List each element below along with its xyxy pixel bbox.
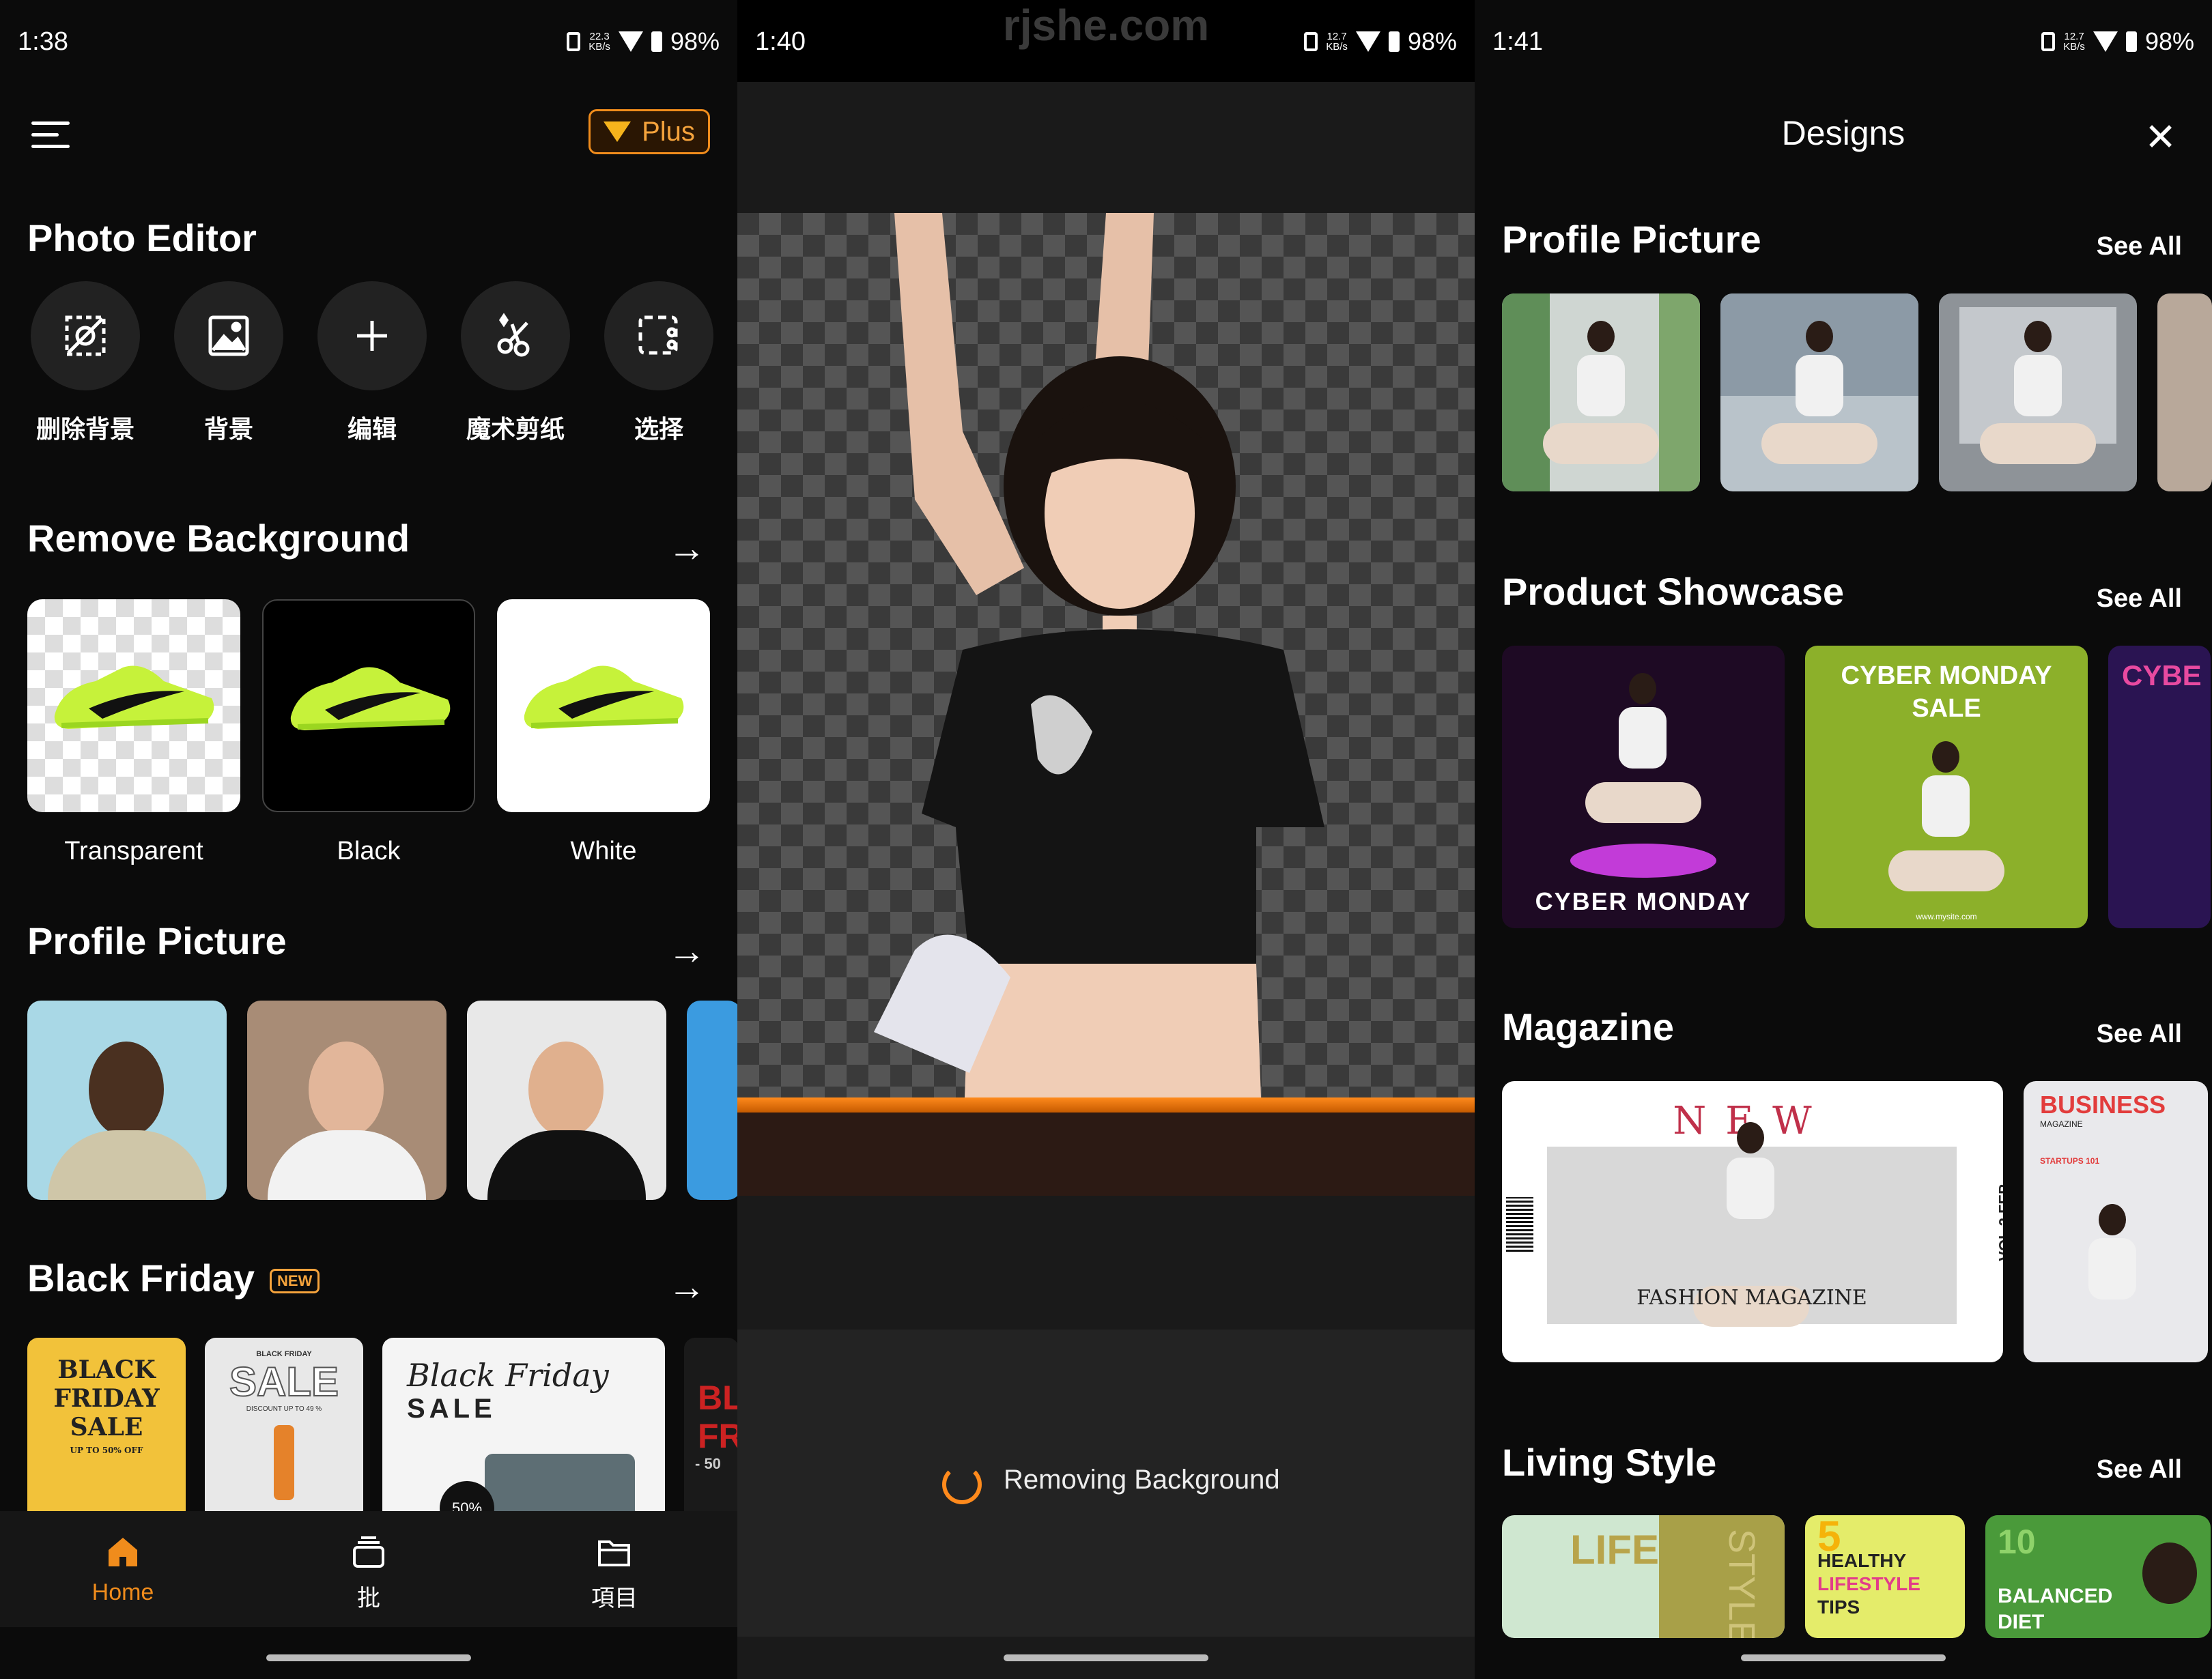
option-transparent[interactable]: Transparent xyxy=(27,599,240,866)
black-friday-arrow-icon[interactable]: → xyxy=(668,1264,706,1308)
tool-edit[interactable]: 编辑 xyxy=(314,281,430,445)
nav-batch[interactable]: 批 xyxy=(300,1532,437,1613)
living-row: LIFE STYLE 5 HEALTHY LIFESTYLE TIPS 10 B… xyxy=(1502,1515,2211,1638)
see-all-profile[interactable]: See All xyxy=(2097,232,2182,261)
profile-thumb[interactable] xyxy=(27,1001,227,1200)
vibrate-icon xyxy=(2041,32,2056,51)
remove-bg-options: Transparent Black White xyxy=(27,599,710,866)
scan-progress-line xyxy=(737,1097,1475,1113)
tool-row: 删除背景 背景 编辑 魔术剪纸 选择 xyxy=(27,281,717,445)
designs-screen: 1:41 12.7 KB/s 98% Designs ✕ Profile Pic… xyxy=(1475,0,2212,1679)
image-canvas xyxy=(737,213,1475,1196)
nav-home[interactable]: Home xyxy=(55,1532,191,1606)
design-card[interactable]: CYBER MONDAY SALE www.mysite.com xyxy=(1805,646,2088,928)
wifi-icon xyxy=(2093,31,2118,52)
design-card[interactable] xyxy=(2157,293,2212,491)
see-all-product[interactable]: See All xyxy=(2097,584,2182,614)
tool-magic-scissors[interactable]: 魔术剪纸 xyxy=(457,281,573,445)
menu-button[interactable] xyxy=(31,121,70,149)
home-icon xyxy=(109,1538,137,1566)
status-time: 1:41 xyxy=(1492,27,1543,56)
design-card[interactable] xyxy=(1939,293,2137,491)
barcode-icon xyxy=(1506,1197,1533,1252)
tool-background[interactable]: 背景 xyxy=(171,281,287,445)
loading-text: Removing Background xyxy=(1004,1465,1280,1495)
see-all-living[interactable]: See All xyxy=(2097,1455,2182,1484)
profile-picture-arrow-icon[interactable]: → xyxy=(668,928,706,973)
profile-picture-title: Profile Picture xyxy=(27,919,287,962)
section-title-product: Product Showcase xyxy=(1502,570,1845,613)
option-white[interactable]: White xyxy=(497,599,710,866)
design-card[interactable]: 5 HEALTHY LIFESTYLE TIPS xyxy=(1805,1515,1965,1638)
design-card[interactable]: NEW STYLE FASHION MAGAZINE VOL.2 FEB xyxy=(1502,1081,2003,1362)
loading-panel: Removing Background xyxy=(737,1330,1475,1637)
section-title-profile: Profile Picture xyxy=(1502,218,1761,261)
design-card[interactable] xyxy=(1720,293,1918,491)
profile-picture-row xyxy=(27,1001,737,1200)
profile-row xyxy=(1502,293,2212,491)
vibrate-icon xyxy=(567,32,581,51)
shoe-icon xyxy=(54,665,214,729)
option-black[interactable]: Black xyxy=(262,599,475,866)
magic-scissors-icon xyxy=(497,313,530,357)
home-screen: 1:38 22.3 KB/s 98% Plus Photo Editor 删除背… xyxy=(0,0,737,1679)
remove-bg-icon xyxy=(65,315,106,356)
battery-icon xyxy=(651,31,662,52)
profile-thumb[interactable] xyxy=(247,1001,446,1200)
network-speed: 12.7 KB/s xyxy=(2063,31,2085,53)
status-bar: 1:41 12.7 KB/s 98% xyxy=(1475,0,2212,82)
select-cut-icon xyxy=(638,315,678,355)
status-bar: 1:38 22.3 KB/s 98% xyxy=(0,0,737,82)
shoe-icon xyxy=(524,665,684,729)
remove-bg-title: Remove Background xyxy=(27,517,410,560)
gesture-bar[interactable] xyxy=(1741,1654,1946,1661)
diamond-icon xyxy=(604,121,632,142)
plus-upgrade-button[interactable]: Plus xyxy=(589,109,710,154)
profile-thumb[interactable] xyxy=(687,1001,737,1200)
shoe-icon xyxy=(290,667,451,730)
tool-select[interactable]: 选择 xyxy=(601,281,717,445)
page-title: Designs xyxy=(1781,114,1905,152)
tool-remove-bg[interactable]: 删除背景 xyxy=(27,281,143,445)
battery-level: 98% xyxy=(2144,27,2194,55)
design-card[interactable]: BUSINESS MAGAZINE STARTUPS 101 xyxy=(2024,1081,2208,1362)
subject-photo xyxy=(874,213,1324,1196)
design-card[interactable]: CYBER MONDAY xyxy=(1502,646,1785,928)
see-all-magazine[interactable]: See All xyxy=(2097,1020,2182,1049)
black-friday-title: Black Friday NEW xyxy=(27,1256,320,1300)
folder-icon xyxy=(598,1540,630,1566)
magazine-row: NEW STYLE FASHION MAGAZINE VOL.2 FEB BUS… xyxy=(1502,1081,2208,1362)
watermark-text: rjshe.com xyxy=(1002,1,1210,50)
network-speed: 22.3 KB/s xyxy=(589,31,610,53)
status-time: 1:38 xyxy=(18,27,68,56)
gesture-bar[interactable] xyxy=(1004,1654,1208,1661)
profile-thumb[interactable] xyxy=(467,1001,666,1200)
design-card[interactable]: CYBE xyxy=(2108,646,2211,928)
batch-icon xyxy=(353,1536,384,1568)
section-title-living: Living Style xyxy=(1502,1441,1717,1484)
plus-icon xyxy=(357,321,387,351)
remove-bg-arrow-icon[interactable]: → xyxy=(668,526,706,570)
processing-screen: 1:40 12.7 KB/s 98% rjshe.com Removing Ba… xyxy=(737,0,1475,1679)
product-row: CYBER MONDAY CYBER MONDAY SALE www.mysit… xyxy=(1502,646,2211,928)
close-icon[interactable]: ✕ xyxy=(2144,115,2176,160)
battery-level: 98% xyxy=(670,27,720,55)
new-badge: NEW xyxy=(270,1269,320,1294)
design-card[interactable]: 10 BALANCED DIET xyxy=(1985,1515,2211,1638)
bottom-navigation: Home 批 項目 xyxy=(0,1511,737,1627)
gesture-bar[interactable] xyxy=(266,1654,471,1661)
loading-spinner-icon xyxy=(942,1465,982,1504)
image-icon xyxy=(208,315,249,356)
wifi-icon xyxy=(618,31,643,52)
photo-editor-title: Photo Editor xyxy=(27,216,257,259)
section-title-magazine: Magazine xyxy=(1502,1005,1675,1048)
design-card[interactable]: LIFE STYLE xyxy=(1502,1515,1785,1638)
battery-icon xyxy=(2125,31,2137,52)
nav-projects[interactable]: 項目 xyxy=(546,1532,683,1613)
design-card[interactable] xyxy=(1502,293,1700,491)
